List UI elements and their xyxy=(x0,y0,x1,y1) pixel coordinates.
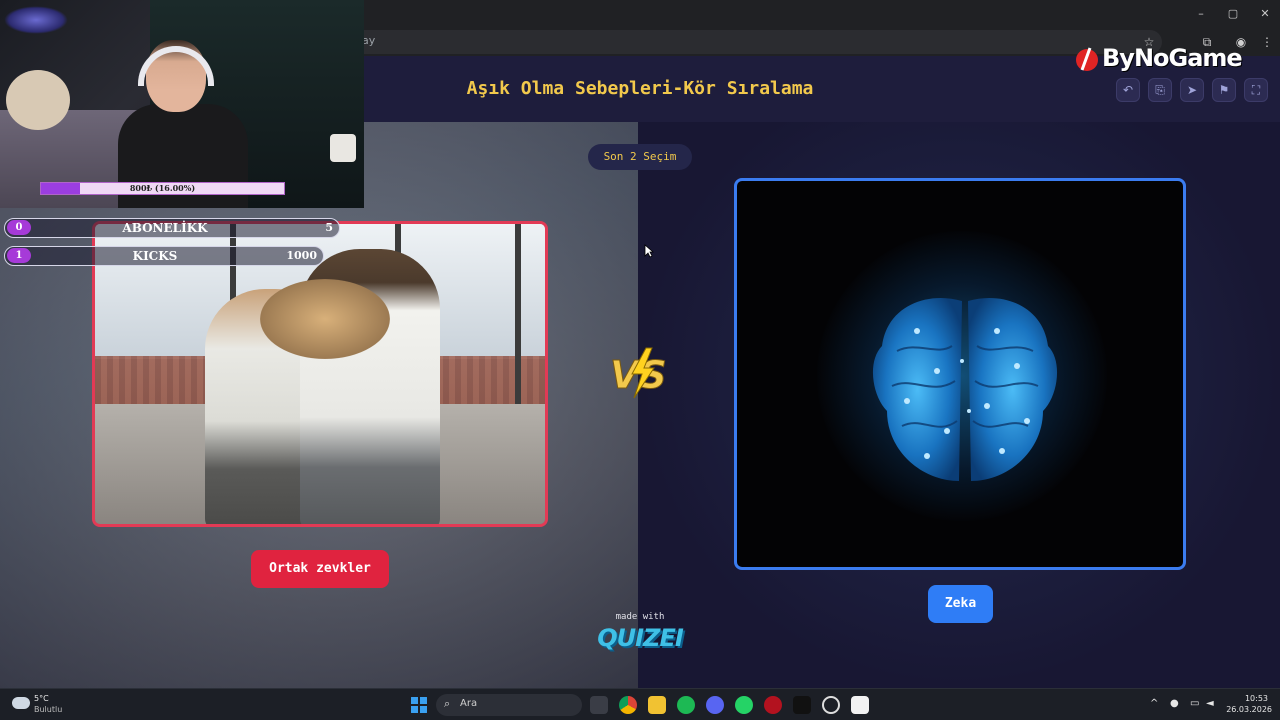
left-choice-card[interactable] xyxy=(92,221,548,527)
search-placeholder: Ara xyxy=(460,698,478,709)
taskbar-search[interactable]: ⌕ Ara xyxy=(436,694,582,716)
round-pill: Son 2 Seçim xyxy=(588,144,692,170)
menu-icon[interactable]: ⋮ xyxy=(1258,33,1276,51)
cloud-icon[interactable] xyxy=(12,697,30,709)
whatsapp-icon[interactable] xyxy=(735,696,753,714)
donation-goal-text: 800₺ (16.00%) xyxy=(129,183,196,193)
taskbar: 5°C Bulutlu ⌕ Ara ^ ● ▭ ◄ 10:53 26.03.20… xyxy=(0,688,1280,720)
stat-index: 1 xyxy=(7,248,31,263)
tray-chevron-icon[interactable]: ^ xyxy=(1150,698,1158,709)
maximize-button[interactable]: ▢ xyxy=(1218,4,1248,24)
webcam-overlay: 800₺ (16.00%) xyxy=(0,0,364,208)
stat-index: 0 xyxy=(7,220,31,235)
search-icon: ⌕ xyxy=(444,697,451,710)
file-explorer-icon[interactable] xyxy=(648,696,666,714)
stat-value: 5 xyxy=(325,221,333,234)
chrome-icon[interactable] xyxy=(619,696,637,714)
app-red-icon[interactable] xyxy=(764,696,782,714)
bynogame-logo: ByNoGame xyxy=(1074,44,1243,74)
discord-icon[interactable] xyxy=(706,696,724,714)
clock-date[interactable]: 26.03.2026 xyxy=(1226,705,1272,714)
app-circle-icon[interactable] xyxy=(822,696,840,714)
undo-icon[interactable]: ↶ xyxy=(1116,78,1140,102)
spotify-icon[interactable] xyxy=(677,696,695,714)
couple-photo xyxy=(95,224,545,524)
right-choice-card[interactable] xyxy=(734,178,1186,570)
left-choice-button[interactable]: Ortak zevkler xyxy=(251,550,389,588)
stat-row: 1 KICKS 1000 xyxy=(4,246,324,266)
fullscreen-icon[interactable]: ⛶ xyxy=(1244,78,1268,102)
stat-value: 1000 xyxy=(286,249,317,262)
stat-row: 0 ABONELİKK 5 xyxy=(4,218,340,238)
stat-name: KICKS xyxy=(132,249,178,263)
close-window-button[interactable]: ✕ xyxy=(1250,4,1280,24)
weather-condition: Bulutlu xyxy=(34,705,63,714)
capcut-icon[interactable] xyxy=(851,696,869,714)
quizei-logo[interactable]: QUIZEI xyxy=(596,624,684,652)
task-view-icon[interactable] xyxy=(590,696,608,714)
crown-decoration xyxy=(4,6,68,34)
mouse-cursor-icon xyxy=(644,244,654,258)
app-m-icon[interactable] xyxy=(793,696,811,714)
display-icon[interactable]: ▭ xyxy=(1190,698,1199,709)
donation-goal-bar: 800₺ (16.00%) xyxy=(40,182,285,195)
flag-icon[interactable]: ⚑ xyxy=(1212,78,1236,102)
brain-image xyxy=(872,298,1058,481)
made-with-text: made with xyxy=(615,612,665,622)
send-icon[interactable]: ➤ xyxy=(1180,78,1204,102)
bynogame-text: ByNoGame xyxy=(1102,44,1243,72)
stat-name: ABONELİKK xyxy=(122,221,208,235)
address-bar[interactable]: ay xyxy=(350,30,1162,54)
weather-temp: 5°C xyxy=(34,694,49,703)
screen: – ▢ ✕ ay ☆ ⧉ ◉ ⋮ Aşık Olma Sebepleri-Kör… xyxy=(0,0,1280,720)
versus-icon: VS xyxy=(610,347,667,399)
clock-time[interactable]: 10:53 xyxy=(1226,694,1268,703)
minimize-button[interactable]: – xyxy=(1186,4,1216,24)
microphone-icon[interactable]: ● xyxy=(1170,698,1179,709)
volume-icon[interactable]: ◄ xyxy=(1206,698,1214,709)
right-choice-button[interactable]: Zeka xyxy=(928,585,993,623)
bynogame-icon xyxy=(1076,47,1098,71)
share-icon[interactable]: ⎘ xyxy=(1148,78,1172,102)
windows-start-icon[interactable] xyxy=(410,696,428,714)
